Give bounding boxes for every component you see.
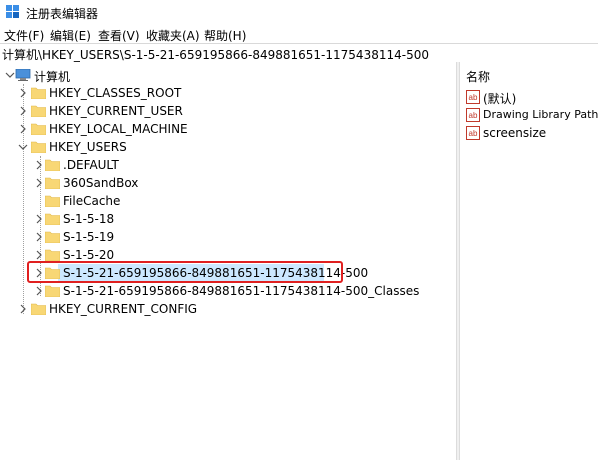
value-name: (默认) (483, 92, 517, 106)
chevron-right-icon[interactable] (33, 213, 45, 225)
menu-favorites[interactable]: 收藏夹(A) (146, 27, 200, 44)
tree-item-label: HKEY_LOCAL_MACHINE (49, 122, 188, 136)
chevron-right-icon[interactable] (33, 285, 45, 297)
tree-item-s-1-5-21-500-classes[interactable]: S-1-5-21-659195866-849881651-1175438114-… (0, 282, 419, 300)
chevron-right-icon[interactable] (33, 159, 45, 171)
chevron-right-icon[interactable] (17, 105, 29, 117)
column-header-name[interactable]: 名称 (466, 68, 490, 85)
folder-icon (31, 87, 46, 99)
tree-item-label: S-1-5-20 (63, 248, 115, 262)
tree-item-s-1-5-19[interactable]: S-1-5-19 (0, 228, 200, 246)
folder-icon (45, 231, 60, 243)
computer-icon (15, 69, 31, 81)
tree-item-hkey-local-machine[interactable]: HKEY_LOCAL_MACHINE (0, 120, 200, 138)
tree-item-label: S-1-5-19 (63, 230, 115, 244)
svg-text:ab: ab (469, 129, 478, 138)
chevron-right-icon[interactable] (33, 231, 45, 243)
value-item-default[interactable]: ab (默认) (466, 88, 596, 106)
tree-item-hkey-users[interactable]: HKEY_USERS (0, 138, 200, 156)
chevron-right-icon[interactable] (17, 123, 29, 135)
folder-icon (45, 177, 60, 189)
tree-item-label: HKEY_CLASSES_ROOT (49, 86, 182, 100)
folder-icon (31, 123, 46, 135)
menu-help[interactable]: 帮助(H) (204, 27, 246, 44)
menu-edit[interactable]: 编辑(E) (50, 27, 91, 44)
tree-item-hkey-current-user[interactable]: HKEY_CURRENT_USER (0, 102, 200, 120)
tree-item-label: HKEY_USERS (49, 140, 127, 154)
chevron-right-icon[interactable] (17, 87, 29, 99)
folder-icon (31, 105, 46, 117)
string-value-icon: ab (466, 90, 480, 104)
tree-item-label: FileCache (63, 194, 121, 208)
tree-item-hkey-classes-root[interactable]: HKEY_CLASSES_ROOT (0, 84, 200, 102)
folder-icon (45, 285, 60, 297)
svg-text:ab: ab (469, 93, 478, 102)
tree-item-label: HKEY_CURRENT_USER (49, 104, 183, 118)
tree-item-default[interactable]: .DEFAULT (0, 156, 200, 174)
svg-text:ab: ab (469, 111, 478, 120)
string-value-icon: ab (466, 126, 480, 140)
annotation-highlight-box (27, 261, 343, 283)
value-name: screensize (483, 126, 547, 140)
regedit-app-icon (6, 5, 19, 18)
tree-item-s-1-5-18[interactable]: S-1-5-18 (0, 210, 200, 228)
chevron-right-icon[interactable] (17, 303, 29, 315)
tree-item-filecache[interactable]: FileCache (0, 192, 200, 210)
folder-icon (45, 213, 60, 225)
address-bar[interactable]: 计算机\HKEY_USERS\S-1-5-21-659195866-849881… (0, 43, 598, 63)
chevron-right-icon[interactable] (33, 249, 45, 261)
folder-icon (45, 195, 60, 207)
value-item-screensize[interactable]: ab screensize (466, 124, 596, 142)
folder-icon (45, 249, 60, 261)
chevron-down-icon[interactable] (17, 141, 29, 153)
title-bar: 注册表编辑器 (0, 0, 600, 24)
values-pane: 名称 ab (默认) ab Drawing Library Path ab sc… (460, 62, 600, 460)
menu-view[interactable]: 查看(V) (98, 27, 140, 44)
tree-item-label: 计算机 (34, 70, 71, 84)
chevron-right-icon[interactable] (33, 177, 45, 189)
menu-file[interactable]: 文件(F) (4, 27, 44, 44)
folder-icon (45, 159, 60, 171)
address-path[interactable]: 计算机\HKEY_USERS\S-1-5-21-659195866-849881… (2, 46, 429, 63)
tree-item-label: S-1-5-18 (63, 212, 115, 226)
tree-item-label: 360SandBox (63, 176, 139, 190)
value-name: Drawing Library Path (483, 108, 599, 121)
tree-item-label: .DEFAULT (63, 158, 119, 172)
window-title: 注册表编辑器 (26, 7, 99, 21)
string-value-icon: ab (466, 108, 480, 122)
tree-item-label: HKEY_CURRENT_CONFIG (49, 302, 198, 316)
value-item-drawing-library-path[interactable]: ab Drawing Library Path (466, 106, 600, 124)
tree-item-hkey-current-config[interactable]: HKEY_CURRENT_CONFIG (0, 300, 220, 318)
tree-item-360sandbox[interactable]: 360SandBox (0, 174, 200, 192)
menu-bar: 文件(F) 编辑(E) 查看(V) 收藏夹(A) 帮助(H) (0, 24, 600, 43)
tree-item-label: S-1-5-21-659195866-849881651-1175438114-… (63, 284, 420, 298)
folder-open-icon (31, 141, 46, 153)
tree-item-computer[interactable]: 计算机 (0, 66, 200, 84)
folder-icon (31, 303, 46, 315)
